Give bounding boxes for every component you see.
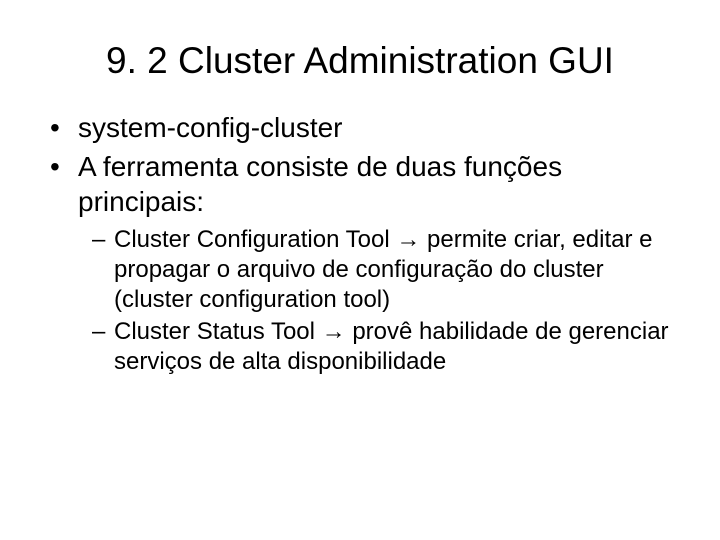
sub-bullet-item: Cluster Status Tool → provê habilidade d… — [92, 317, 680, 377]
sub-bullet-list: Cluster Configuration Tool → permite cri… — [92, 225, 680, 377]
bullet-item: system-config-cluster — [50, 110, 680, 145]
bullet-text: system-config-cluster — [78, 112, 343, 143]
bullet-item: A ferramenta consiste de duas funções pr… — [50, 149, 680, 377]
bullet-list: system-config-cluster A ferramenta consi… — [50, 110, 680, 377]
slide-title: 9. 2 Cluster Administration GUI — [40, 40, 680, 82]
slide: 9. 2 Cluster Administration GUI system-c… — [0, 0, 720, 540]
sub-bullet-text: Cluster Configuration Tool → permite cri… — [114, 226, 652, 313]
sub-bullet-item: Cluster Configuration Tool → permite cri… — [92, 225, 680, 315]
bullet-text: A ferramenta consiste de duas funções pr… — [78, 151, 562, 217]
sub-bullet-text: Cluster Status Tool → provê habilidade d… — [114, 318, 669, 375]
